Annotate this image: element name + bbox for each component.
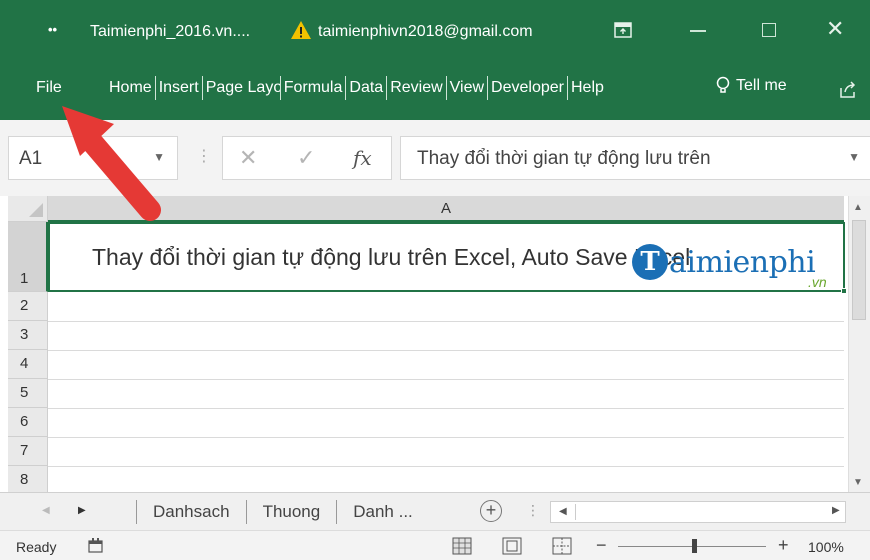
tab-formulas[interactable]: Formula bbox=[281, 76, 347, 100]
row-gridline bbox=[48, 437, 844, 438]
normal-view-icon[interactable] bbox=[452, 537, 472, 555]
formula-input[interactable]: Thay đổi thời gian tự động lưu trên ▼ bbox=[400, 136, 870, 180]
row-header-1[interactable]: 1 bbox=[8, 222, 48, 292]
insert-function-icon[interactable]: fx bbox=[353, 146, 372, 170]
window-title: Taimienphi_2016.vn.... bbox=[90, 23, 251, 40]
share-icon[interactable] bbox=[838, 80, 858, 100]
minimize-button[interactable] bbox=[690, 30, 706, 32]
status-bar: Ready − + 100% bbox=[0, 530, 870, 560]
row-header-6[interactable]: 6 bbox=[8, 408, 48, 437]
maximize-button[interactable] bbox=[762, 23, 776, 37]
formula-bar-splitter[interactable]: ⋮ bbox=[196, 146, 212, 166]
lightbulb-icon bbox=[716, 76, 730, 93]
row-header-7[interactable]: 7 bbox=[8, 437, 48, 466]
fill-handle[interactable] bbox=[841, 288, 847, 294]
ribbon-display-options-icon[interactable] bbox=[614, 22, 632, 38]
quick-access-toolbar[interactable]: •• bbox=[48, 22, 57, 37]
taimienphi-logo-icon: T bbox=[632, 244, 668, 280]
tab-developer[interactable]: Developer bbox=[488, 76, 568, 100]
scroll-up-icon[interactable]: ▲ bbox=[853, 202, 863, 213]
sheet-tab-thuong[interactable]: Thuong bbox=[245, 500, 337, 524]
tell-me-search[interactable]: Tell me bbox=[716, 76, 787, 96]
zoom-level[interactable]: 100% bbox=[808, 539, 844, 555]
row-header-5[interactable]: 5 bbox=[8, 379, 48, 408]
ribbon-tab-list: Home Insert Page Layout Formula Data Rev… bbox=[106, 76, 607, 100]
zoom-in-button[interactable]: + bbox=[778, 535, 789, 556]
row-header-8[interactable]: 8 bbox=[8, 466, 48, 492]
watermark-suffix: .vn bbox=[808, 274, 827, 290]
tab-view[interactable]: View bbox=[447, 76, 489, 100]
close-button[interactable]: ✕ bbox=[826, 16, 844, 42]
scroll-down-icon[interactable]: ▼ bbox=[853, 477, 863, 488]
account-email[interactable]: taimienphivn2018@gmail.com bbox=[318, 23, 533, 41]
row-gridline bbox=[48, 466, 844, 467]
select-all-button[interactable] bbox=[8, 196, 48, 222]
formula-buttons: ✕ ✓ fx bbox=[222, 136, 392, 180]
tab-insert[interactable]: Insert bbox=[156, 76, 203, 100]
horizontal-scroll-thumb[interactable] bbox=[575, 504, 825, 520]
tab-page-layout[interactable]: Page Layout bbox=[203, 76, 281, 100]
row-gridline bbox=[48, 379, 844, 380]
title-bar: •• Taimienphi_2016.vn.... taimienphivn20… bbox=[0, 0, 870, 64]
row-gridline bbox=[48, 408, 844, 409]
tab-split-handle[interactable]: ⋮ bbox=[526, 502, 540, 519]
vertical-scrollbar[interactable]: ▲ ▼ bbox=[848, 196, 870, 492]
tab-file[interactable]: File bbox=[36, 79, 62, 97]
page-layout-view-icon[interactable] bbox=[502, 537, 522, 555]
formula-input-value: Thay đổi thời gian tự động lưu trên bbox=[417, 148, 711, 169]
row-header-3[interactable]: 3 bbox=[8, 321, 48, 350]
sheet-tab-danhsach[interactable]: Danhsach bbox=[136, 500, 246, 524]
zoom-slider-thumb[interactable] bbox=[692, 539, 697, 553]
status-ready: Ready bbox=[16, 539, 57, 555]
tab-data[interactable]: Data bbox=[346, 76, 388, 100]
tab-help[interactable]: Help bbox=[568, 76, 607, 100]
page-break-preview-icon[interactable] bbox=[552, 537, 572, 555]
next-sheet-icon[interactable]: ▶ bbox=[78, 505, 86, 516]
tell-me-label: Tell me bbox=[736, 77, 787, 94]
previous-sheet-icon[interactable]: ◀ bbox=[42, 505, 50, 516]
cancel-icon[interactable]: ✕ bbox=[239, 145, 257, 171]
cell-a1-value: Thay đổi thời gian tự động lưu trên Exce… bbox=[92, 244, 691, 270]
row-header-2[interactable]: 2 bbox=[8, 292, 48, 321]
worksheet-grid[interactable]: A 1 2 3 4 5 6 7 8 Thay đổi thời gian tự … bbox=[0, 196, 870, 492]
red-arrow-annotation bbox=[62, 106, 161, 221]
sheet-tabs: Danhsach Thuong Danh ... bbox=[136, 499, 429, 525]
row-header-4[interactable]: 4 bbox=[8, 350, 48, 379]
tab-review[interactable]: Review bbox=[387, 76, 447, 100]
row-gridline bbox=[48, 321, 844, 322]
scroll-right-icon[interactable]: ▶ bbox=[832, 505, 840, 516]
warning-icon[interactable] bbox=[290, 20, 312, 40]
expand-formula-bar-icon[interactable]: ▼ bbox=[848, 150, 860, 164]
name-box-value: A1 bbox=[19, 148, 43, 169]
enter-check-icon[interactable]: ✓ bbox=[297, 145, 315, 171]
tab-home[interactable]: Home bbox=[106, 76, 156, 100]
sheet-tab-danh[interactable]: Danh ... bbox=[336, 500, 429, 524]
new-sheet-button[interactable]: + bbox=[480, 500, 502, 522]
horizontal-scrollbar[interactable]: ◀ bbox=[550, 501, 846, 523]
scroll-left-icon[interactable]: ◀ bbox=[559, 506, 567, 517]
row-gridline bbox=[48, 350, 844, 351]
zoom-out-button[interactable]: − bbox=[596, 535, 607, 556]
vertical-scroll-thumb[interactable] bbox=[852, 220, 866, 320]
watermark-text: aimienphi bbox=[669, 244, 816, 280]
macro-recording-icon[interactable] bbox=[88, 537, 106, 553]
taimienphi-watermark: T aimienphi bbox=[632, 244, 816, 280]
sheet-tab-bar: ◀ ▶ Danhsach Thuong Danh ... + ⋮ ◀ ▶ bbox=[0, 492, 870, 530]
